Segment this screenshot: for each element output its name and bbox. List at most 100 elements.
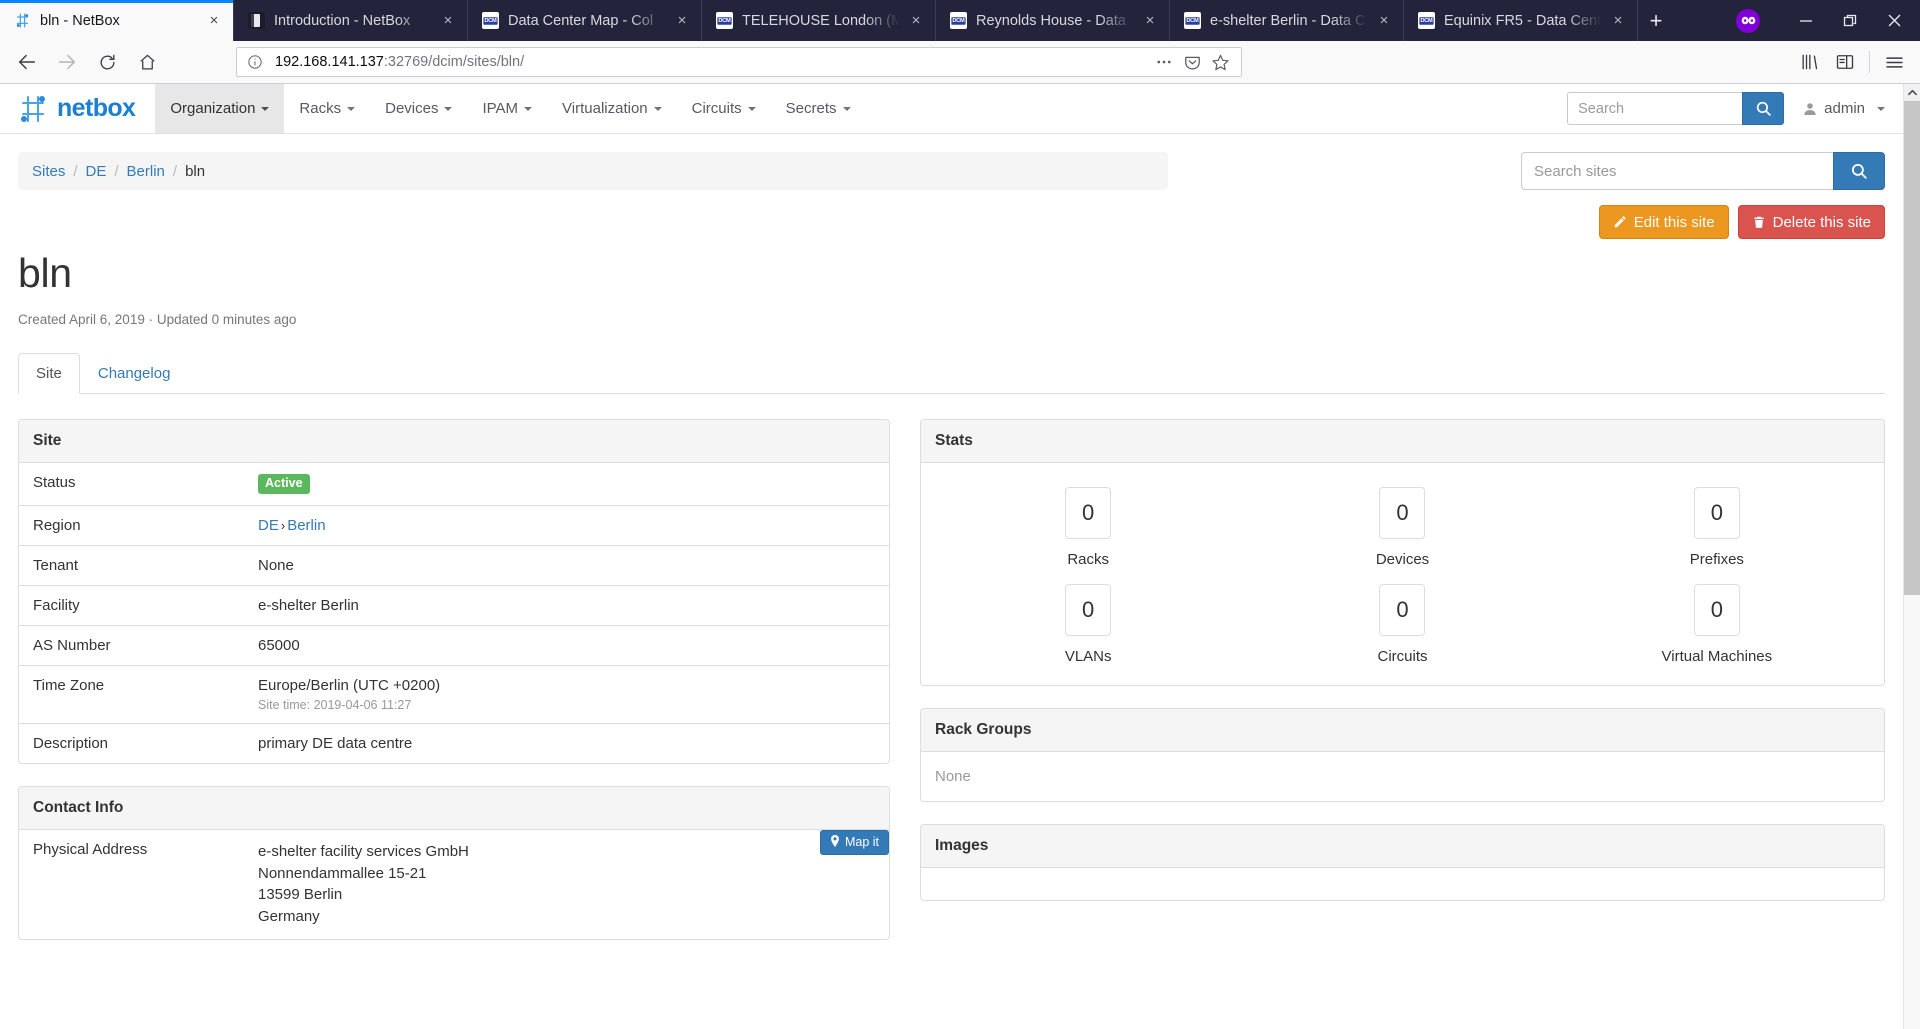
tab-close-icon[interactable]: × (903, 8, 929, 34)
delete-site-button[interactable]: Delete this site (1738, 205, 1885, 239)
map-it-button[interactable]: Map it (820, 830, 889, 855)
breadcrumb-separator: / (73, 163, 77, 180)
page-info-icon[interactable] (245, 52, 265, 72)
global-search-input[interactable] (1567, 92, 1742, 125)
stats-panel-heading: Stats (921, 420, 1884, 463)
dcm-icon: DCM (716, 12, 733, 29)
breadcrumb-item-sites[interactable]: Sites (32, 163, 65, 180)
nav-item-devices[interactable]: Devices (370, 84, 467, 133)
region-child-link[interactable]: Berlin (287, 517, 325, 534)
tab-site[interactable]: Site (18, 353, 80, 394)
stat-racks[interactable]: 0 Racks (931, 487, 1245, 568)
chevron-down-icon (748, 107, 756, 111)
browser-tab-4[interactable]: DCM Reynolds House - Data × (936, 0, 1170, 41)
page-scrollbar[interactable] (1903, 84, 1920, 1029)
private-browsing-mask-icon[interactable] (1736, 9, 1760, 33)
edit-site-button[interactable]: Edit this site (1599, 205, 1729, 239)
breadcrumb-row: Sites / DE / Berlin / bln (18, 134, 1885, 190)
row-value: Map it e-shelter facility services GmbH … (244, 830, 889, 939)
browser-tab-1[interactable]: Introduction - NetBox × (234, 0, 468, 41)
dcm-icon: DCM (1184, 12, 1201, 29)
pocket-icon[interactable] (1179, 49, 1205, 75)
nav-item-organization[interactable]: Organization (155, 84, 284, 133)
bookmark-star-icon[interactable] (1207, 49, 1233, 75)
stats-grid: 0 Racks 0 Devices 0 Prefixes (921, 463, 1884, 685)
chevron-down-icon (843, 107, 851, 111)
browser-tab-6[interactable]: DCM Equinix FR5 - Data Cent × (1404, 0, 1638, 41)
stat-value: 0 (1065, 584, 1111, 636)
netbox-brand[interactable]: netbox (0, 84, 155, 133)
address-bar-url: 192.168.141.137:32769/dcim/sites/bln/ (275, 54, 524, 70)
row-key: Physical Address (19, 830, 244, 939)
address-line: e-shelter facility services GmbH (258, 841, 875, 863)
scrollbar-up-arrow[interactable] (1904, 84, 1920, 101)
toolbar-right-actions (1791, 46, 1912, 78)
browser-tab-2[interactable]: DCM Data Center Map - Col × (468, 0, 702, 41)
scrollbar-thumb[interactable] (1904, 101, 1920, 595)
tab-close-icon[interactable]: × (669, 8, 695, 34)
sidebar-toggle-icon[interactable] (1827, 46, 1863, 78)
contact-info-table: Physical Address (19, 830, 889, 939)
netbox-navbar-right: admin (1567, 84, 1903, 133)
browser-tab-3[interactable]: DCM TELEHOUSE London (M × (702, 0, 936, 41)
left-column: Site Status Active Region (18, 419, 890, 962)
address-bar[interactable]: 192.168.141.137:32769/dcim/sites/bln/ (236, 47, 1242, 77)
nav-item-racks[interactable]: Racks (284, 84, 370, 133)
page-viewport: netbox Organization Racks Devices IPAM V… (0, 84, 1920, 1029)
tab-close-icon[interactable]: × (1137, 8, 1163, 34)
dcm-icon: DCM (950, 12, 967, 29)
stat-devices[interactable]: 0 Devices (1245, 487, 1559, 568)
window-maximize-button[interactable] (1828, 0, 1872, 41)
window-minimize-button[interactable] (1784, 0, 1828, 41)
back-button[interactable] (8, 46, 46, 78)
library-icon[interactable] (1791, 46, 1827, 78)
nav-item-circuits[interactable]: Circuits (677, 84, 771, 133)
new-tab-button[interactable]: + (1638, 3, 1674, 39)
site-search-input[interactable] (1521, 152, 1833, 190)
breadcrumb-item-berlin[interactable]: Berlin (127, 163, 165, 180)
nav-item-secrets[interactable]: Secrets (771, 84, 866, 133)
user-menu[interactable]: admin (1802, 100, 1885, 117)
tab-close-icon[interactable]: × (1605, 8, 1631, 34)
address-line: Nonnendammallee 15-21 (258, 863, 875, 885)
page-title: bln (18, 251, 1885, 296)
stat-value: 0 (1379, 584, 1425, 636)
browser-tab-title: Introduction - NetBox (274, 13, 435, 29)
content-row: Site Status Active Region (18, 419, 1885, 962)
reload-button[interactable] (88, 46, 126, 78)
stat-circuits[interactable]: 0 Circuits (1245, 584, 1559, 665)
breadcrumb-current: bln (185, 163, 205, 180)
nav-item-ipam[interactable]: IPAM (467, 84, 547, 133)
browser-tab-5[interactable]: DCM e-shelter Berlin - Data C × (1170, 0, 1404, 41)
contact-info-panel: Contact Info Physical Address (18, 786, 890, 940)
window-close-button[interactable] (1872, 0, 1916, 41)
page-actions-icon[interactable] (1151, 49, 1177, 75)
tab-changelog[interactable]: Changelog (80, 353, 189, 394)
tab-close-icon[interactable]: × (435, 8, 461, 34)
breadcrumb-separator: / (173, 163, 177, 180)
global-search-button[interactable] (1742, 92, 1784, 125)
row-value: 65000 (244, 625, 889, 665)
images-panel-heading: Images (921, 825, 1884, 868)
row-key: Status (19, 463, 244, 505)
stat-label: Racks (1067, 551, 1109, 568)
stat-value: 0 (1694, 487, 1740, 539)
nav-item-virtualization[interactable]: Virtualization (547, 84, 677, 133)
stat-vlans[interactable]: 0 VLANs (931, 584, 1245, 665)
tab-close-icon[interactable]: × (201, 8, 227, 34)
global-search (1567, 92, 1784, 125)
row-key: Facility (19, 585, 244, 625)
site-search-button[interactable] (1833, 152, 1885, 190)
stat-prefixes[interactable]: 0 Prefixes (1560, 487, 1874, 568)
region-parent-link[interactable]: DE (258, 517, 279, 534)
address-line: Germany (258, 906, 875, 928)
browser-toolbar: 192.168.141.137:32769/dcim/sites/bln/ (0, 41, 1920, 84)
tab-close-icon[interactable]: × (1371, 8, 1397, 34)
breadcrumb-item-de[interactable]: DE (86, 163, 107, 180)
toolbar-divider (1869, 51, 1870, 73)
home-button[interactable] (128, 46, 166, 78)
stat-virtual-machines[interactable]: 0 Virtual Machines (1560, 584, 1874, 665)
browser-tab-0[interactable]: bln - NetBox × (0, 0, 234, 41)
forward-button[interactable] (48, 46, 86, 78)
hamburger-menu-icon[interactable] (1876, 46, 1912, 78)
